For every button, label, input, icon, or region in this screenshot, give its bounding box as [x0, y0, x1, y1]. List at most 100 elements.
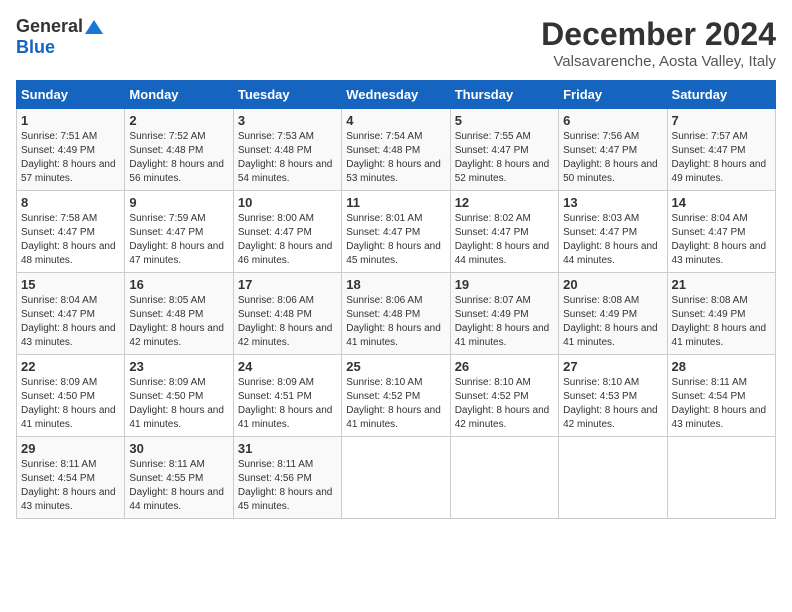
day-number: 12 [455, 195, 554, 210]
cell-content: Sunrise: 8:01 AMSunset: 4:47 PMDaylight:… [346, 213, 441, 266]
calendar-cell: 17 Sunrise: 8:06 AMSunset: 4:48 PMDayligh… [233, 273, 341, 355]
calendar-cell: 12 Sunrise: 8:02 AMSunset: 4:47 PMDayligh… [450, 191, 558, 273]
day-number: 21 [672, 277, 771, 292]
calendar-cell: 20 Sunrise: 8:08 AMSunset: 4:49 PMDayligh… [559, 273, 667, 355]
cell-content: Sunrise: 7:55 AMSunset: 4:47 PMDaylight:… [455, 131, 550, 184]
calendar-week-row: 8 Sunrise: 7:58 AMSunset: 4:47 PMDaylight… [17, 191, 776, 273]
cell-content: Sunrise: 8:11 AMSunset: 4:54 PMDaylight:… [672, 377, 767, 430]
calendar-cell: 9 Sunrise: 7:59 AMSunset: 4:47 PMDaylight… [125, 191, 233, 273]
calendar-cell: 5 Sunrise: 7:55 AMSunset: 4:47 PMDaylight… [450, 109, 558, 191]
day-number: 9 [129, 195, 228, 210]
calendar-cell: 23Sunrise: 8:09 AMSunset: 4:50 PMDayligh… [125, 355, 233, 437]
logo-blue: Blue [16, 37, 55, 58]
calendar-cell: 4 Sunrise: 7:54 AMSunset: 4:48 PMDaylight… [342, 109, 450, 191]
cell-content: Sunrise: 8:06 AMSunset: 4:48 PMDaylight:… [238, 295, 333, 348]
day-number: 13 [563, 195, 662, 210]
day-number: 27 [563, 359, 662, 374]
day-number: 6 [563, 113, 662, 128]
cell-content: Sunrise: 8:11 AMSunset: 4:55 PMDaylight:… [129, 459, 224, 512]
day-number: 26 [455, 359, 554, 374]
day-number: 17 [238, 277, 337, 292]
day-number: 5 [455, 113, 554, 128]
calendar-cell: 13 Sunrise: 8:03 AMSunset: 4:47 PMDayligh… [559, 191, 667, 273]
calendar-cell: 6 Sunrise: 7:56 AMSunset: 4:47 PMDaylight… [559, 109, 667, 191]
calendar-week-row: 1Sunrise: 7:51 AMSunset: 4:49 PMDaylight… [17, 109, 776, 191]
cell-content: Sunrise: 7:57 AMSunset: 4:47 PMDaylight:… [672, 131, 767, 184]
cell-content: Sunrise: 7:56 AMSunset: 4:47 PMDaylight:… [563, 131, 658, 184]
day-number: 28 [672, 359, 771, 374]
day-number: 25 [346, 359, 445, 374]
calendar-cell: 22Sunrise: 8:09 AMSunset: 4:50 PMDayligh… [17, 355, 125, 437]
weekday-header-sunday: Sunday [17, 81, 125, 109]
cell-content: Sunrise: 7:58 AMSunset: 4:47 PMDaylight:… [21, 213, 116, 266]
calendar-cell: 10Sunrise: 8:00 AMSunset: 4:47 PMDayligh… [233, 191, 341, 273]
day-number: 31 [238, 441, 337, 456]
calendar-cell: 3Sunrise: 7:53 AMSunset: 4:48 PMDaylight… [233, 109, 341, 191]
day-number: 30 [129, 441, 228, 456]
day-number: 29 [21, 441, 120, 456]
day-number: 15 [21, 277, 120, 292]
cell-content: Sunrise: 8:11 AMSunset: 4:56 PMDaylight:… [238, 459, 333, 512]
calendar-cell: 24 Sunrise: 8:09 AMSunset: 4:51 PMDayligh… [233, 355, 341, 437]
day-number: 4 [346, 113, 445, 128]
day-number: 22 [21, 359, 120, 374]
calendar-cell: 21 Sunrise: 8:08 AMSunset: 4:49 PMDayligh… [667, 273, 775, 355]
logo-general: General [16, 16, 83, 37]
calendar-cell: 7 Sunrise: 7:57 AMSunset: 4:47 PMDaylight… [667, 109, 775, 191]
cell-content: Sunrise: 8:04 AMSunset: 4:47 PMDaylight:… [21, 295, 116, 348]
calendar-cell [342, 437, 450, 519]
day-number: 24 [238, 359, 337, 374]
cell-content: Sunrise: 8:07 AMSunset: 4:49 PMDaylight:… [455, 295, 550, 348]
day-number: 14 [672, 195, 771, 210]
calendar-week-row: 22Sunrise: 8:09 AMSunset: 4:50 PMDayligh… [17, 355, 776, 437]
calendar-cell: 8 Sunrise: 7:58 AMSunset: 4:47 PMDaylight… [17, 191, 125, 273]
calendar-week-row: 29Sunrise: 8:11 AMSunset: 4:54 PMDayligh… [17, 437, 776, 519]
calendar-cell: 28 Sunrise: 8:11 AMSunset: 4:54 PMDayligh… [667, 355, 775, 437]
calendar-cell [559, 437, 667, 519]
cell-content: Sunrise: 8:08 AMSunset: 4:49 PMDaylight:… [563, 295, 658, 348]
cell-content: Sunrise: 8:02 AMSunset: 4:47 PMDaylight:… [455, 213, 550, 266]
cell-content: Sunrise: 8:10 AMSunset: 4:52 PMDaylight:… [455, 377, 550, 430]
cell-content: Sunrise: 8:03 AMSunset: 4:47 PMDaylight:… [563, 213, 658, 266]
weekday-header-tuesday: Tuesday [233, 81, 341, 109]
calendar-cell: 27Sunrise: 8:10 AMSunset: 4:53 PMDayligh… [559, 355, 667, 437]
calendar-cell: 29Sunrise: 8:11 AMSunset: 4:54 PMDayligh… [17, 437, 125, 519]
calendar-cell: 1Sunrise: 7:51 AMSunset: 4:49 PMDaylight… [17, 109, 125, 191]
cell-content: Sunrise: 8:00 AMSunset: 4:47 PMDaylight:… [238, 213, 333, 266]
day-number: 19 [455, 277, 554, 292]
weekday-header-monday: Monday [125, 81, 233, 109]
logo-icon [85, 20, 103, 34]
day-number: 3 [238, 113, 337, 128]
day-number: 16 [129, 277, 228, 292]
cell-content: Sunrise: 7:51 AMSunset: 4:49 PMDaylight:… [21, 131, 116, 184]
day-number: 7 [672, 113, 771, 128]
calendar-week-row: 15 Sunrise: 8:04 AMSunset: 4:47 PMDayligh… [17, 273, 776, 355]
day-number: 2 [129, 113, 228, 128]
calendar-cell: 25 Sunrise: 8:10 AMSunset: 4:52 PMDayligh… [342, 355, 450, 437]
month-title: December 2024 [541, 16, 776, 53]
cell-content: Sunrise: 8:08 AMSunset: 4:49 PMDaylight:… [672, 295, 767, 348]
calendar-cell [450, 437, 558, 519]
title-area: December 2024 Valsavarenche, Aosta Valle… [541, 16, 776, 70]
location-title: Valsavarenche, Aosta Valley, Italy [541, 53, 776, 70]
weekday-header-friday: Friday [559, 81, 667, 109]
day-number: 20 [563, 277, 662, 292]
calendar-cell: 19 Sunrise: 8:07 AMSunset: 4:49 PMDayligh… [450, 273, 558, 355]
day-number: 23 [129, 359, 228, 374]
day-number: 8 [21, 195, 120, 210]
cell-content: Sunrise: 7:52 AMSunset: 4:48 PMDaylight:… [129, 131, 224, 184]
calendar-cell: 18Sunrise: 8:06 AMSunset: 4:48 PMDayligh… [342, 273, 450, 355]
day-number: 11 [346, 195, 445, 210]
cell-content: Sunrise: 8:09 AMSunset: 4:51 PMDaylight:… [238, 377, 333, 430]
cell-content: Sunrise: 8:10 AMSunset: 4:52 PMDaylight:… [346, 377, 441, 430]
cell-content: Sunrise: 7:59 AMSunset: 4:47 PMDaylight:… [129, 213, 224, 266]
calendar-cell: 11 Sunrise: 8:01 AMSunset: 4:47 PMDayligh… [342, 191, 450, 273]
logo: General Blue [16, 16, 103, 58]
cell-content: Sunrise: 8:06 AMSunset: 4:48 PMDaylight:… [346, 295, 441, 348]
weekday-header-wednesday: Wednesday [342, 81, 450, 109]
calendar-table: SundayMondayTuesdayWednesdayThursdayFrid… [16, 80, 776, 519]
cell-content: Sunrise: 7:54 AMSunset: 4:48 PMDaylight:… [346, 131, 441, 184]
cell-content: Sunrise: 8:04 AMSunset: 4:47 PMDaylight:… [672, 213, 767, 266]
weekday-header-thursday: Thursday [450, 81, 558, 109]
weekday-header-saturday: Saturday [667, 81, 775, 109]
